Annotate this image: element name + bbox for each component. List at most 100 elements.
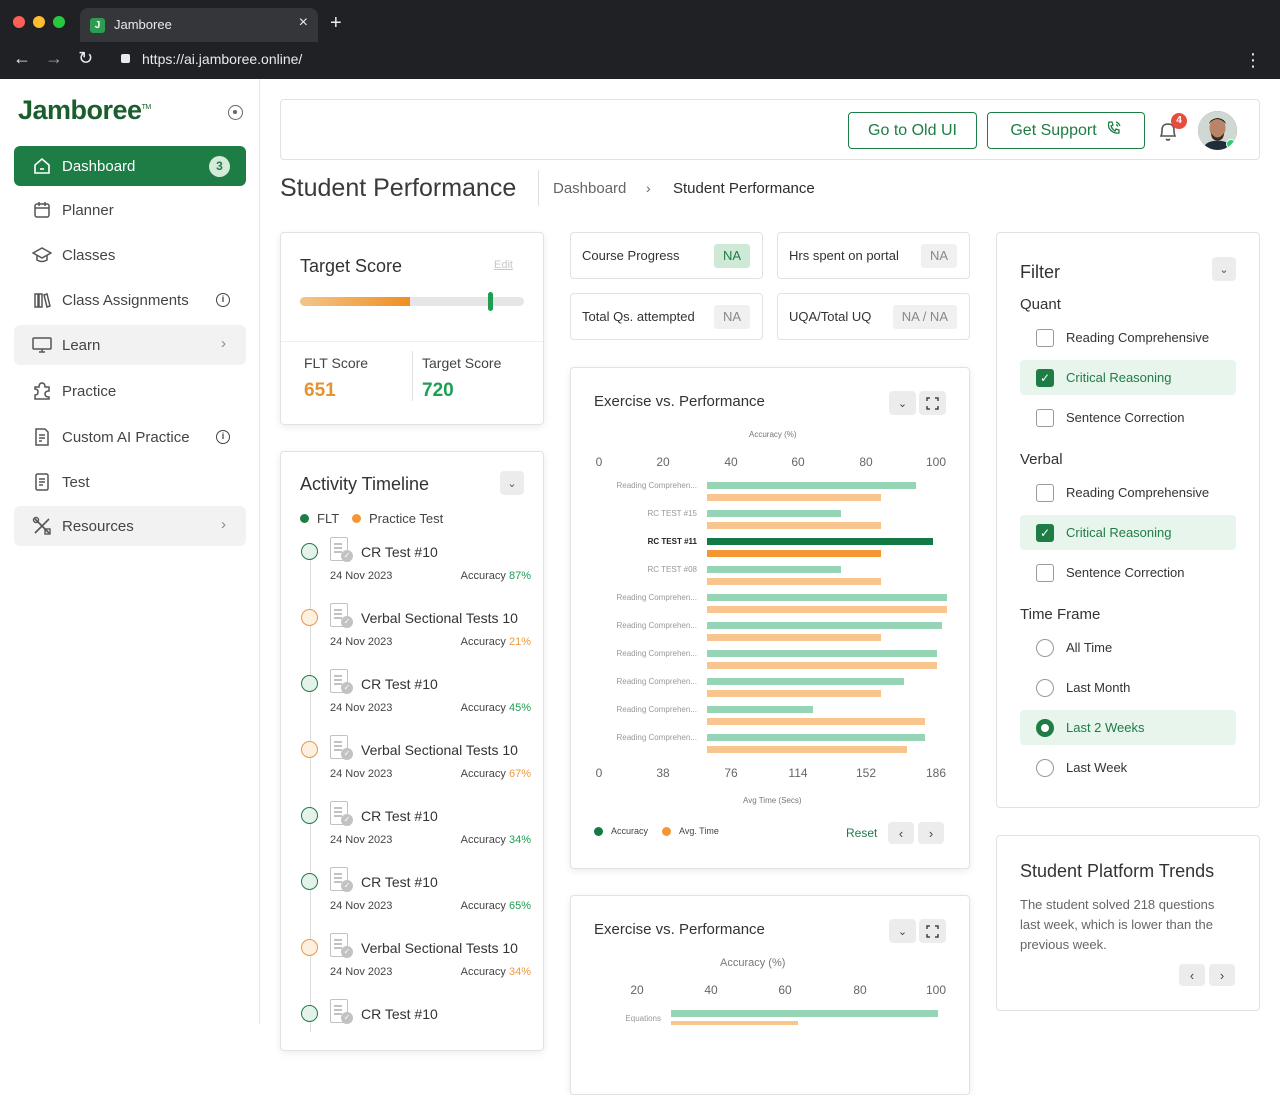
edit-target-link[interactable]: Edit: [494, 259, 513, 271]
address-bar[interactable]: https://ai.jamboree.online/: [142, 51, 302, 67]
avg-time-bar: [707, 606, 947, 613]
chevron-down-icon[interactable]: ⌄: [1212, 257, 1236, 281]
legend-dot: [662, 826, 671, 836]
radio[interactable]: [1036, 718, 1054, 737]
sidebar-item-practice[interactable]: Practice: [14, 371, 246, 411]
filter-option-quant[interactable]: ✓ Critical Reasoning: [1020, 360, 1236, 395]
sidebar-item-test[interactable]: Test: [14, 462, 246, 502]
chevron-down-icon[interactable]: ⌄: [500, 471, 524, 495]
accuracy-bar: [707, 482, 916, 489]
chevron-down-icon[interactable]: ⌄: [889, 391, 916, 415]
target-marker[interactable]: [488, 292, 494, 311]
sidebar-item-class-assignments[interactable]: Class Assignments i: [14, 280, 246, 320]
browser-menu-icon[interactable]: ⋮: [1244, 50, 1262, 71]
timeline-item[interactable]: Verbal Sectional Tests 10 24 Nov 2023 Accu…: [301, 735, 531, 801]
sidebar-item-classes[interactable]: Classes: [14, 235, 246, 275]
checkbox[interactable]: [1036, 563, 1054, 582]
chevron-down-icon[interactable]: ⌄: [889, 919, 916, 943]
collapse-sidebar-icon[interactable]: [228, 105, 243, 120]
chart-title: Exercise vs. Performance: [594, 921, 765, 938]
filter-option-timeframe[interactable]: Last Week: [1020, 750, 1236, 785]
radio[interactable]: [1036, 678, 1054, 697]
tools-icon: [32, 516, 52, 536]
top-tick-label: 20: [656, 455, 670, 469]
category-label: RC TEST #08: [647, 565, 697, 574]
checkbox[interactable]: [1036, 328, 1054, 347]
minimize-window-icon[interactable]: [33, 16, 45, 28]
category-label: Reading Comprehen...: [616, 733, 698, 742]
new-tab-icon[interactable]: +: [330, 12, 342, 35]
filter-option-timeframe[interactable]: Last 2 Weeks: [1020, 710, 1236, 745]
timeline-item[interactable]: CR Test #10 24 Nov 2023 Accuracy 87%: [301, 537, 531, 603]
calendar-icon: [32, 200, 52, 220]
filter-option-timeframe[interactable]: Last Month: [1020, 670, 1236, 705]
notification-bell-icon[interactable]: 4: [1157, 113, 1187, 143]
timeline-item[interactable]: CR Test #10 24 Nov 2023 Accuracy 65%: [301, 867, 531, 933]
category-label: Reading Comprehen...: [616, 593, 698, 602]
sidebar-item-label: Resources: [62, 517, 134, 535]
radio[interactable]: [1036, 638, 1054, 657]
prev-trend-icon[interactable]: ‹: [1179, 964, 1205, 986]
checkbox[interactable]: [1036, 408, 1054, 427]
sidebar-item-resources[interactable]: Resources ›: [14, 506, 246, 546]
target-score-title: Target Score: [300, 256, 403, 276]
filter-option-label: Reading Comprehensive: [1066, 485, 1210, 500]
sidebar-item-label: Test: [62, 473, 90, 491]
filter-option-verbal[interactable]: Sentence Correction: [1020, 555, 1236, 590]
sidebar-item-custom-ai-practice[interactable]: Custom AI Practice i: [14, 417, 246, 457]
next-page-icon[interactable]: ›: [918, 822, 944, 844]
filter-option-quant[interactable]: Sentence Correction: [1020, 400, 1236, 435]
legend-label: Avg. Time: [679, 826, 719, 836]
stat-value: NA: [713, 244, 750, 268]
target-score-slider[interactable]: [300, 292, 524, 311]
sidebar-item-planner[interactable]: Planner: [14, 190, 246, 230]
checkbox[interactable]: [1036, 483, 1054, 502]
info-icon[interactable]: i: [216, 293, 230, 307]
breadcrumb-dashboard[interactable]: Dashboard: [553, 180, 626, 197]
avatar[interactable]: [1198, 111, 1237, 150]
maximize-window-icon[interactable]: [53, 16, 65, 28]
filter-option-quant[interactable]: Reading Comprehensive: [1020, 320, 1236, 355]
filter-option-verbal[interactable]: ✓ Critical Reasoning: [1020, 515, 1236, 550]
test-document-icon: [330, 933, 353, 958]
avg-time-bar: [671, 1021, 798, 1025]
timeline-item[interactable]: CR Test #10 24 Nov 2023 Accuracy 34%: [301, 801, 531, 867]
legend-dot: [594, 826, 603, 836]
accuracy-bar: [707, 538, 933, 545]
timeline-item[interactable]: CR Test #10 24 Nov 2023 Accuracy 45%: [301, 669, 531, 735]
timeline-item[interactable]: Verbal Sectional Tests 10 24 Nov 2023 Accu…: [301, 603, 531, 669]
accuracy-bar: [707, 566, 842, 573]
get-support-button[interactable]: Get Support: [987, 112, 1145, 149]
sidebar-item-label: Classes: [62, 246, 116, 264]
legend-flt: FLT: [300, 511, 339, 526]
reload-icon[interactable]: ↻: [78, 48, 93, 69]
expand-icon[interactable]: [919, 391, 946, 415]
legend-avg-time: Avg. Time: [662, 826, 719, 836]
timeline-item-accuracy: Accuracy 67%: [461, 768, 531, 780]
logo[interactable]: JamboreeTM: [18, 95, 151, 126]
info-icon[interactable]: i: [216, 430, 230, 444]
timeline-item-date: 24 Nov 2023: [330, 570, 393, 582]
close-tab-icon[interactable]: ×: [299, 14, 308, 32]
checkbox[interactable]: ✓: [1036, 368, 1054, 387]
go-to-old-ui-button[interactable]: Go to Old UI: [848, 112, 977, 149]
expand-icon[interactable]: [919, 919, 946, 943]
chevron-right-icon: ›: [221, 516, 226, 533]
reset-button[interactable]: Reset: [846, 826, 877, 840]
checkbox[interactable]: ✓: [1036, 523, 1054, 542]
prev-page-icon[interactable]: ‹: [888, 822, 914, 844]
back-icon[interactable]: ←: [13, 48, 31, 69]
timeline-item[interactable]: CR Test #10: [301, 999, 531, 1050]
browser-tab[interactable]: J Jamboree ×: [80, 8, 318, 42]
sidebar-item-dashboard[interactable]: Dashboard 3: [14, 146, 246, 186]
filter-option-timeframe[interactable]: All Time: [1020, 630, 1236, 665]
filter-option-verbal[interactable]: Reading Comprehensive: [1020, 475, 1236, 510]
timeline-item[interactable]: Verbal Sectional Tests 10 24 Nov 2023 Accu…: [301, 933, 531, 999]
sidebar-item-learn[interactable]: Learn ›: [14, 325, 246, 365]
test-document-icon: [330, 537, 353, 562]
sidebar-item-label: Dashboard: [62, 157, 136, 175]
close-window-icon[interactable]: [13, 16, 25, 28]
forward-icon[interactable]: →: [45, 48, 63, 69]
next-trend-icon[interactable]: ›: [1209, 964, 1235, 986]
radio[interactable]: [1036, 758, 1054, 777]
